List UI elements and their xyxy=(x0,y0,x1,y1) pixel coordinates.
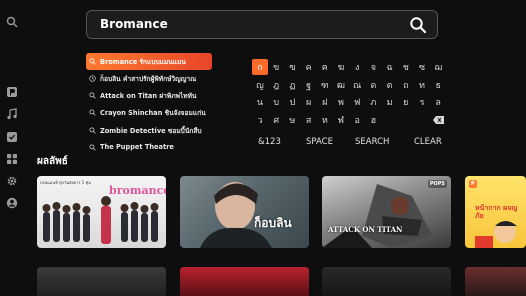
keyboard-key[interactable]: ห xyxy=(317,112,333,128)
suggestion-item[interactable]: Attack on Titan ผ่าพิภพไททัน xyxy=(86,87,212,104)
search-icon[interactable] xyxy=(409,16,427,34)
keyboard-key[interactable]: ย xyxy=(398,94,414,110)
result-tile[interactable]: ก็อบลิน xyxy=(180,176,309,248)
keyboard-key[interactable]: ฆ xyxy=(333,59,349,75)
suggestion-label: The Puppet Theatre xyxy=(100,143,174,152)
suggestion-item[interactable]: The Puppet Theatre xyxy=(86,139,212,156)
suggestion-item[interactable]: ก็อบลิน คำสาปรักผู้พิทักษ์วิญญาณ xyxy=(86,70,212,87)
keyboard-key[interactable]: ข xyxy=(268,59,284,75)
keyboard-key[interactable]: ฃ xyxy=(284,59,300,75)
onscreen-keyboard: กขฃคฅฆงจฉชซฌญฎฏฐฑฒณดตถทธนบปผฝพฟภมยรลวศษส… xyxy=(252,59,452,129)
keyboard-key[interactable]: ฉ xyxy=(382,59,398,75)
search-icon xyxy=(89,58,96,65)
keyboard-key[interactable]: ป xyxy=(284,94,300,110)
keyboard-key[interactable]: ซ xyxy=(414,59,430,75)
keyboard-key[interactable]: ณ xyxy=(349,77,365,93)
suggestion-item[interactable]: Bromance รักแบบแมนแมน xyxy=(86,53,212,70)
tile-caption: บรอแมนซ์ ทุกวันอังคาร 1 ทุ่ม xyxy=(40,180,91,185)
keyboard-key[interactable]: ฮ xyxy=(365,112,381,128)
suggestion-label: Zombie Detective ซอมบี้นักสืบ xyxy=(100,126,202,135)
search-query-text: Bromance xyxy=(100,17,168,31)
keyboard-key[interactable]: ฬ xyxy=(333,112,349,128)
settings-icon[interactable] xyxy=(6,175,18,187)
suggestion-label: Attack on Titan ผ่าพิภพไททัน xyxy=(100,92,197,101)
tile-title: bromance xyxy=(109,184,166,197)
keyboard-key[interactable]: ค xyxy=(301,59,317,75)
suggestion-label: Crayon Shinchan ชินจังจอมแก่น xyxy=(100,109,206,118)
poster-art xyxy=(200,182,272,248)
result-tile[interactable]: POPS ATTACK ON TITAN xyxy=(322,176,451,248)
keyboard-key[interactable]: ร xyxy=(414,94,430,110)
keyboard-key[interactable]: ม xyxy=(382,94,398,110)
keyboard-key[interactable]: ฌ xyxy=(430,59,446,75)
symbols-key[interactable]: &123 xyxy=(258,135,281,149)
clear-key[interactable]: CLEAR xyxy=(414,135,442,149)
result-tile[interactable] xyxy=(180,267,309,296)
keyboard-key[interactable]: พ xyxy=(333,94,349,110)
result-tile[interactable]: บรอแมนซ์ ทุกวันอังคาร 1 ทุ่ม bromance xyxy=(37,176,166,248)
keyboard-key[interactable]: ฎ xyxy=(268,77,284,93)
search-icon xyxy=(89,127,96,134)
keyboard-key[interactable]: ส xyxy=(301,112,317,128)
music-icon[interactable] xyxy=(6,108,18,120)
tile-badge: POPS xyxy=(427,180,447,188)
result-tile[interactable] xyxy=(37,267,166,296)
backspace-icon xyxy=(432,115,444,124)
suggestion-item[interactable]: Crayon Shinchan ชินจังจอมแก่น xyxy=(86,105,212,122)
suggestion-label: ก็อบลิน คำสาปรักผู้พิทักษ์วิญญาณ xyxy=(100,74,197,83)
keyboard-key[interactable]: ต xyxy=(382,77,398,93)
keyboard-key[interactable]: น xyxy=(252,94,268,110)
keyboard-key[interactable]: ท xyxy=(414,77,430,93)
grid-icon[interactable] xyxy=(6,153,18,165)
profile-icon[interactable] xyxy=(6,197,18,209)
result-tile[interactable]: P หน้ากาก ผจญภัย xyxy=(465,176,526,248)
keyboard-key[interactable]: ถ xyxy=(398,77,414,93)
keyboard-key[interactable]: ฟ xyxy=(349,94,365,110)
tile-title: ATTACK ON TITAN xyxy=(328,225,403,234)
suggestion-label: Bromance รักแบบแมนแมน xyxy=(100,57,186,66)
tile-badge: P xyxy=(469,180,477,188)
keyboard-key[interactable]: บ xyxy=(268,94,284,110)
suggestion-item[interactable]: Zombie Detective ซอมบี้นักสืบ xyxy=(86,122,212,139)
search-icon xyxy=(89,109,96,117)
keyboard-key[interactable]: ฅ xyxy=(317,59,333,75)
p-logo-icon[interactable] xyxy=(6,86,18,98)
keyboard-key[interactable]: ภ xyxy=(365,94,381,110)
side-rail xyxy=(0,0,24,296)
result-tile[interactable] xyxy=(465,267,526,296)
keyboard-key[interactable]: ด xyxy=(365,77,381,93)
keyboard-key[interactable]: จ xyxy=(365,59,381,75)
keyboard-key[interactable]: ธ xyxy=(430,77,446,93)
tile-title: หน้ากาก ผจญภัย xyxy=(475,204,518,220)
search-icon xyxy=(89,144,96,151)
results-title: ผลลัพธ์ xyxy=(37,156,68,167)
result-tile[interactable] xyxy=(322,267,451,296)
keyboard-key[interactable]: ก xyxy=(252,59,268,75)
keyboard-key[interactable]: ศ xyxy=(268,112,284,128)
keyboard-key[interactable]: ง xyxy=(349,59,365,75)
keyboard-key[interactable]: ล xyxy=(430,94,446,110)
keyboard-key[interactable]: ว xyxy=(252,112,268,128)
keyboard-key[interactable]: ผ xyxy=(301,94,317,110)
keyboard-key[interactable]: ฏ xyxy=(284,77,300,93)
suggestion-list: Bromance รักแบบแมนแมน ก็อบลิน คำสาปรักผู… xyxy=(86,53,212,156)
space-key[interactable]: SPACE xyxy=(306,135,333,149)
check-icon[interactable] xyxy=(6,131,18,143)
keyboard-key[interactable]: ฑ xyxy=(317,77,333,93)
keyboard-key[interactable]: ญ xyxy=(252,77,268,93)
history-icon xyxy=(89,75,96,82)
search-input[interactable]: Bromance xyxy=(86,10,438,39)
search-icon[interactable] xyxy=(6,16,18,28)
keyboard-key[interactable]: ฐ xyxy=(301,77,317,93)
tile-title: ก็อบลิน xyxy=(254,216,292,230)
keyboard-key[interactable]: ษ xyxy=(284,112,300,128)
search-icon xyxy=(89,92,96,99)
backspace-key[interactable] xyxy=(430,112,446,128)
keyboard-key[interactable]: อ xyxy=(349,112,365,128)
keyboard-key[interactable]: ฒ xyxy=(333,77,349,93)
keyboard-key[interactable]: ช xyxy=(398,59,414,75)
search-key[interactable]: SEARCH xyxy=(355,135,389,149)
keyboard-key[interactable]: ฝ xyxy=(317,94,333,110)
